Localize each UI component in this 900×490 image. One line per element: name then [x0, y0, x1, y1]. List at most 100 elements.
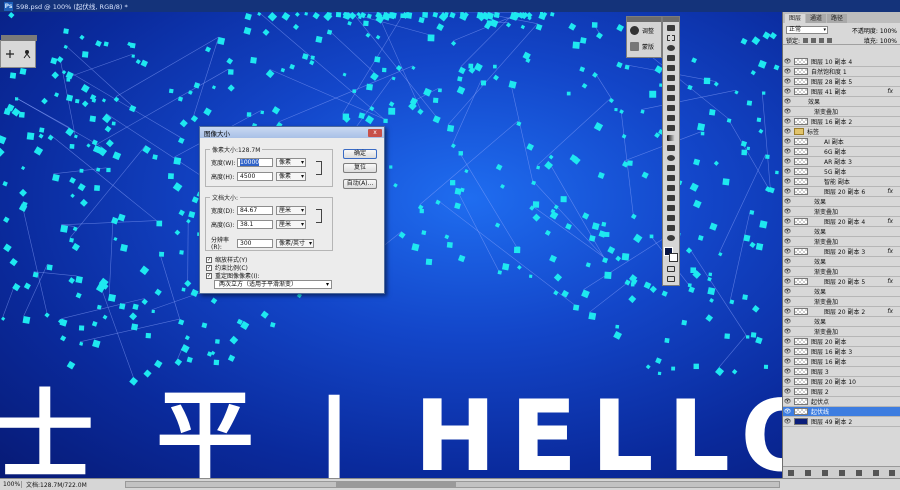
layer-effects-icon[interactable]: fx: [887, 308, 893, 315]
dialog-close-button[interactable]: x: [368, 128, 382, 137]
layer-row[interactable]: 👁 效果: [783, 227, 900, 237]
layer-row[interactable]: 👁 效果: [783, 317, 900, 327]
visibility-eye-icon[interactable]: 👁: [783, 308, 792, 315]
tab-paths[interactable]: 路径: [827, 14, 848, 23]
masks-panel-button[interactable]: 蒙版: [627, 38, 661, 54]
layer-row[interactable]: 👁 图层 10 副本 4: [783, 57, 900, 67]
visibility-eye-icon[interactable]: 👁: [783, 358, 792, 365]
layer-row[interactable]: 👁 图层 20 副本 4 fx: [783, 217, 900, 227]
visibility-eye-icon[interactable]: 👁: [783, 148, 792, 155]
layer-row[interactable]: 👁 6G 副本: [783, 147, 900, 157]
fill-field[interactable]: 填充: 100%: [864, 36, 897, 45]
eraser-tool-icon[interactable]: [664, 123, 678, 132]
clone-stamp-tool-icon[interactable]: [664, 103, 678, 112]
new-group-icon[interactable]: [855, 469, 862, 476]
visibility-eye-icon[interactable]: 👁: [783, 108, 792, 115]
layer-row[interactable]: 👁 图层 16 副本 2: [783, 117, 900, 127]
layer-row[interactable]: 👁 AI 副本: [783, 137, 900, 147]
visibility-eye-icon[interactable]: 👁: [783, 198, 792, 205]
layer-style-icon[interactable]: [805, 469, 812, 476]
visibility-eye-icon[interactable]: 👁: [783, 378, 792, 385]
layer-row[interactable]: 👁 标签: [783, 127, 900, 137]
layer-row[interactable]: 👁 起伏线: [783, 407, 900, 417]
brush-tool-icon[interactable]: [664, 93, 678, 102]
visibility-eye-icon[interactable]: 👁: [783, 68, 792, 75]
visibility-eye-icon[interactable]: 👁: [783, 398, 792, 405]
move-tool-icon[interactable]: [664, 23, 678, 32]
visibility-eye-icon[interactable]: 👁: [783, 78, 792, 85]
layer-effects-icon[interactable]: fx: [887, 188, 893, 195]
visibility-eye-icon[interactable]: 👁: [783, 118, 792, 125]
scrollbar-thumb[interactable]: [336, 482, 456, 487]
layer-row[interactable]: 👁 图层 20 副本 10: [783, 377, 900, 387]
path-select-tool-icon[interactable]: [664, 183, 678, 192]
doc-width-unit-select[interactable]: 厘米: [276, 206, 306, 215]
3d-rotate-tool-icon[interactable]: [664, 203, 678, 212]
layer-row[interactable]: 👁 效果: [783, 257, 900, 267]
layer-row[interactable]: 👁 图层 20 副本 6 fx: [783, 187, 900, 197]
type-tool-icon[interactable]: [664, 173, 678, 182]
layer-row[interactable]: 👁 图层 49 副本 2: [783, 417, 900, 427]
background-color-swatch[interactable]: [669, 253, 678, 262]
add-mask-icon[interactable]: [822, 469, 829, 476]
zoom-tool-icon[interactable]: [664, 233, 678, 242]
visibility-eye-icon[interactable]: 👁: [783, 158, 792, 165]
tab-layers[interactable]: 图层: [785, 14, 806, 23]
layer-row[interactable]: 👁 5G 副本: [783, 167, 900, 177]
visibility-eye-icon[interactable]: 👁: [783, 238, 792, 245]
resample-checkbox[interactable]: ✓ 重定图像像素(I):: [206, 271, 259, 280]
visibility-eye-icon[interactable]: 👁: [783, 318, 792, 325]
layer-row[interactable]: 👁 渐变叠加: [783, 297, 900, 307]
screen-mode-icon[interactable]: [664, 274, 678, 283]
layer-row[interactable]: 👁 图层 16 副本: [783, 357, 900, 367]
layer-row[interactable]: 👁 图层 20 副本 2 fx: [783, 307, 900, 317]
reset-button[interactable]: 复位: [343, 163, 377, 173]
layer-row[interactable]: 👁 图层 20 副本 5 fx: [783, 277, 900, 287]
layer-row[interactable]: 👁 起伏点: [783, 397, 900, 407]
gradient-tool-icon[interactable]: [664, 133, 678, 142]
visibility-eye-icon[interactable]: 👁: [783, 208, 792, 215]
layer-row[interactable]: 👁 智能 副本: [783, 177, 900, 187]
layer-row[interactable]: 👁 渐变叠加: [783, 267, 900, 277]
layer-row[interactable]: 👁 效果: [783, 97, 900, 107]
adjustments-panel-button[interactable]: 调整: [627, 22, 661, 38]
visibility-eye-icon[interactable]: 👁: [783, 328, 792, 335]
layer-row[interactable]: 👁 图层 16 副本 3: [783, 347, 900, 357]
visibility-eye-icon[interactable]: 👁: [783, 418, 792, 425]
visibility-eye-icon[interactable]: 👁: [783, 278, 792, 285]
lock-transparency-icon[interactable]: [803, 38, 809, 43]
layer-row[interactable]: 👁 渐变叠加: [783, 327, 900, 337]
layer-row[interactable]: 👁 效果: [783, 197, 900, 207]
hand-tool-icon[interactable]: [664, 223, 678, 232]
new-layer-icon[interactable]: [872, 469, 879, 476]
panel-grip[interactable]: [1, 35, 37, 41]
dialog-titlebar[interactable]: 图像大小 x: [200, 127, 384, 138]
visibility-eye-icon[interactable]: 👁: [783, 58, 792, 65]
layer-row[interactable]: 👁 渐变叠加: [783, 207, 900, 217]
layer-row[interactable]: 👁 AR 副本 3: [783, 157, 900, 167]
layer-row[interactable]: 👁 图层 20 副本: [783, 337, 900, 347]
lock-all-icon[interactable]: [827, 38, 833, 43]
resolution-input[interactable]: 300: [237, 238, 273, 248]
blur-tool-icon[interactable]: [664, 143, 678, 152]
ok-button[interactable]: 确定: [343, 149, 377, 159]
history-brush-tool-icon[interactable]: [664, 113, 678, 122]
layer-row[interactable]: 👁 自然饱和度 1: [783, 67, 900, 77]
visibility-eye-icon[interactable]: 👁: [783, 268, 792, 275]
layer-effects-icon[interactable]: fx: [887, 248, 893, 255]
visibility-eye-icon[interactable]: 👁: [783, 138, 792, 145]
layer-row[interactable]: 👁 图层 41 副本 fx: [783, 87, 900, 97]
3d-camera-tool-icon[interactable]: [664, 213, 678, 222]
layer-row[interactable]: 👁 渐变叠加: [783, 237, 900, 247]
marquee-tool-icon[interactable]: [664, 33, 678, 42]
horizontal-scrollbar[interactable]: [125, 481, 780, 488]
dodge-tool-icon[interactable]: [664, 153, 678, 162]
pixel-width-input[interactable]: 10000: [237, 158, 273, 167]
crop-tool-icon[interactable]: [664, 63, 678, 72]
layer-row[interactable]: 👁 效果: [783, 287, 900, 297]
lock-pixels-icon[interactable]: [811, 38, 817, 43]
visibility-eye-icon[interactable]: 👁: [783, 338, 792, 345]
transform-tool-button[interactable]: [4, 48, 16, 60]
healing-brush-tool-icon[interactable]: [664, 83, 678, 92]
opacity-field[interactable]: 不透明度: 100%: [852, 26, 897, 35]
